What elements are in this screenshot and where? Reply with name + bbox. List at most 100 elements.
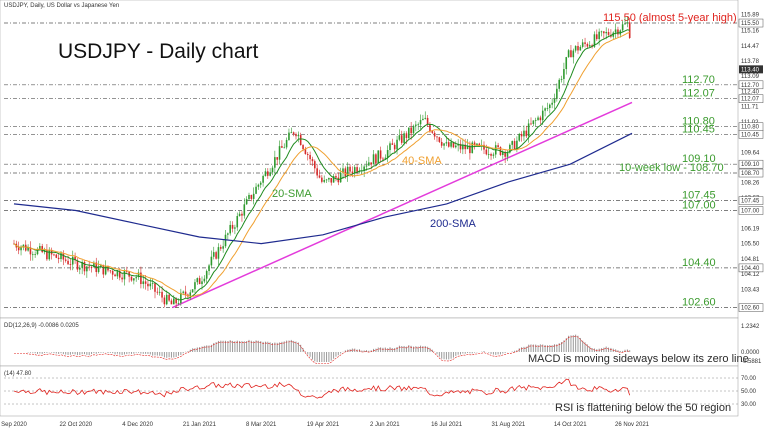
candle-body (198, 278, 201, 285)
candle-body (208, 265, 210, 272)
candle-body (588, 45, 591, 47)
candle-body (532, 120, 535, 124)
candle-body (544, 108, 546, 111)
candle-body (290, 132, 293, 134)
candle-body (281, 146, 283, 148)
candle-body (111, 271, 114, 275)
price-tick: 109.64 (741, 150, 760, 156)
time-tick: 8 Mar 2021 (246, 422, 277, 428)
candle-body (250, 194, 253, 199)
candle-body (316, 168, 318, 176)
candle-body (356, 167, 358, 172)
candle-body (318, 175, 321, 178)
candle-body (436, 136, 438, 138)
candle-body (525, 130, 528, 137)
time-tick: 16 Jul 2021 (431, 422, 463, 428)
candle-body (210, 256, 213, 266)
level-label: 104.40 (682, 257, 716, 269)
price-tick: 110.80 (741, 125, 760, 131)
candle-body (231, 224, 234, 229)
candle-body (556, 88, 558, 99)
time-tick: Sep 2020 (1, 422, 27, 428)
price-tick: 114.47 (741, 44, 760, 50)
candle-body (121, 277, 123, 280)
time-axis: Sep 2020 22 Oct 2020 4 Dec 2020 21 Jan 2021… (1, 422, 650, 428)
candle-body (419, 120, 422, 125)
candle-body (135, 277, 137, 279)
candle-body (523, 130, 525, 137)
candle-body (302, 145, 304, 150)
candle-body (485, 149, 488, 155)
candle-body (403, 133, 405, 143)
candle-body (379, 150, 382, 159)
price-tick: 104.40 (741, 266, 760, 272)
candle-body (292, 132, 295, 135)
price-tick: 106.19 (741, 226, 760, 232)
candle-body (527, 123, 530, 137)
candle-body (624, 23, 626, 25)
candle-body (372, 154, 375, 165)
candle-body (161, 291, 163, 298)
candle-body (158, 291, 161, 293)
candle-body (259, 182, 262, 185)
candle-body (614, 29, 617, 33)
price-tick: 113.09 (741, 74, 760, 80)
candle-body (506, 152, 509, 157)
candle-body (114, 274, 116, 277)
sma200-label: 200-SMA (430, 218, 477, 230)
candle-body (276, 157, 278, 160)
candle-body (285, 139, 288, 148)
price-tick: 112.70 (741, 83, 760, 89)
candle-body (447, 142, 450, 147)
candle-body (109, 270, 112, 272)
candle-body (283, 147, 286, 149)
price-tick: 113.78 (741, 59, 760, 65)
level-label: 102.60 (682, 297, 716, 309)
rsi-note: RSI is flattening below the 50 region (555, 402, 731, 414)
candle-body (236, 216, 239, 228)
candle-body (445, 142, 448, 144)
candle-body (86, 266, 88, 272)
candle-body (344, 168, 347, 177)
candle-body (626, 22, 629, 24)
price-tick: 111.71 (741, 105, 759, 111)
candle-body (490, 154, 492, 156)
candle-body (426, 117, 429, 125)
level-label: 112.07 (682, 88, 715, 100)
candle-body (215, 252, 217, 259)
candle-body (570, 50, 572, 58)
candle-body (386, 150, 389, 158)
candle-body (321, 177, 323, 182)
candle-body (71, 256, 74, 265)
price-tick: 104.81 (741, 257, 760, 263)
candle-body (69, 264, 72, 265)
level-label: 10-week low - 108.70 (619, 162, 724, 174)
sma40-label: 40-SMA (402, 155, 442, 167)
candle-body (262, 175, 264, 183)
time-tick: 22 Oct 2020 (59, 422, 92, 428)
candle-body (579, 46, 582, 51)
candle-body (335, 176, 337, 178)
candle-body (581, 42, 584, 47)
candle-body (32, 254, 34, 256)
candle-body (149, 283, 152, 287)
candle-body (55, 254, 58, 258)
candle-body (574, 45, 577, 51)
candle-body (205, 271, 208, 279)
candle-body (243, 204, 246, 216)
candle-body (62, 253, 65, 260)
candle-body (586, 43, 589, 47)
macd-note: MACD is moving sideways below its zero l… (528, 353, 749, 365)
candle-body (269, 172, 271, 176)
candle-body (546, 107, 549, 109)
sma20-label: 20-SMA (272, 188, 312, 200)
time-tick: 14 Oct 2021 (554, 422, 587, 428)
price-tick: 107.45 (741, 199, 760, 205)
candle-body (438, 137, 441, 142)
candle-body (224, 234, 227, 247)
candle-body (255, 186, 257, 194)
candle-body (551, 102, 553, 105)
candle-body (433, 132, 436, 137)
candle-body (165, 294, 168, 305)
candle-body (222, 246, 224, 249)
